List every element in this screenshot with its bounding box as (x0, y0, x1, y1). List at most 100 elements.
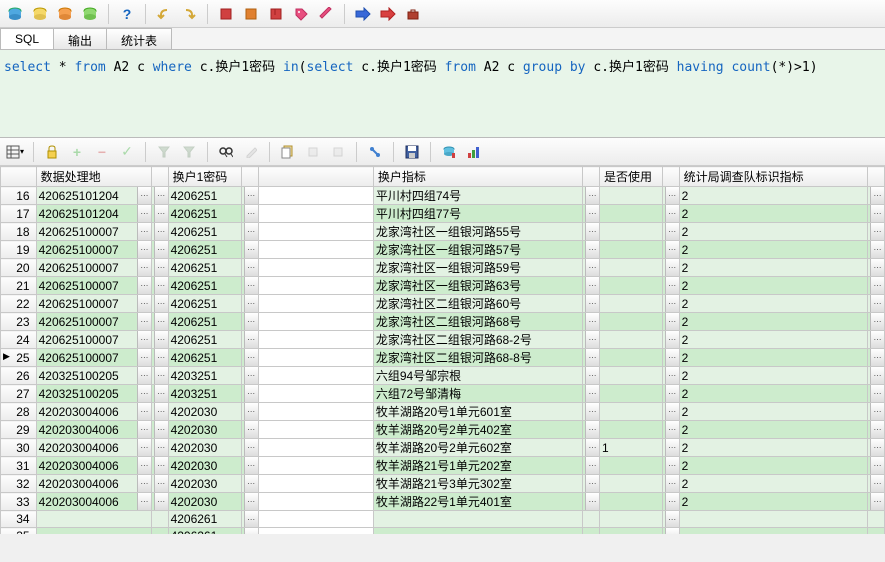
row-number[interactable]: 25 (1, 349, 37, 367)
cell-btn-col[interactable]: ⋯ (662, 439, 679, 457)
cell-btn-col[interactable]: ⋯ (241, 385, 258, 403)
cell-ellipsis-icon[interactable]: ⋯ (244, 187, 258, 204)
briefcase-icon[interactable] (402, 3, 424, 25)
cell[interactable] (373, 528, 582, 535)
cell[interactable]: 2 (679, 367, 868, 385)
cell-ellipsis-icon[interactable]: ⋯ (244, 349, 258, 366)
cell-ellipsis-icon[interactable]: ⋯ (244, 205, 258, 222)
cell-btn-col[interactable]: ⋯ (151, 367, 168, 385)
cell-btn-col[interactable]: ⋯ (662, 331, 679, 349)
cell[interactable]: 牧羊湖路20号1单元601室 (373, 403, 582, 421)
cell[interactable]: 4206251 (168, 349, 241, 367)
cell-ellipsis-icon[interactable]: ⋯ (870, 241, 884, 258)
cell-btn-col[interactable]: ⋯ (662, 493, 679, 511)
cell-ellipsis-icon[interactable]: ⋯ (244, 403, 258, 420)
cell-ellipsis-icon[interactable]: ⋯ (244, 475, 258, 492)
cell[interactable] (600, 259, 663, 277)
cell-ellipsis-icon[interactable]: ⋯ (154, 457, 168, 474)
cell-btn-col[interactable]: ⋯ (151, 385, 168, 403)
cell-btn-col[interactable]: ⋯ (151, 205, 168, 223)
cell-ellipsis-icon[interactable]: ⋯ (585, 421, 599, 438)
row-number[interactable]: 23 (1, 313, 37, 331)
cell[interactable]: 龙家湾社区一组银河路57号 (373, 241, 582, 259)
cell-btn-col[interactable]: ⋯ (583, 205, 600, 223)
cell[interactable] (600, 241, 663, 259)
cell-btn-col[interactable]: ⋯ (868, 295, 885, 313)
cell[interactable]: 4203251 (168, 385, 241, 403)
cell-ellipsis-icon[interactable]: ⋯ (244, 223, 258, 240)
cell-ellipsis-icon[interactable]: ⋯ (870, 367, 884, 384)
cell[interactable]: 牧羊湖路21号1单元202室 (373, 457, 582, 475)
tab-stats[interactable]: 统计表 (106, 28, 172, 49)
cell-ellipsis-icon[interactable]: ⋯ (154, 277, 168, 294)
row-number[interactable]: 35 (1, 528, 37, 535)
cell-ellipsis-icon[interactable]: ⋯ (154, 349, 168, 366)
cell-btn-col[interactable]: ⋯ (662, 223, 679, 241)
col-header[interactable]: 是否使用 (600, 167, 663, 187)
cell-ellipsis-icon[interactable]: ⋯ (870, 421, 884, 438)
tab-sql[interactable]: SQL (0, 28, 54, 49)
cell[interactable]: 420625100007⋯ (36, 349, 151, 367)
cell-ellipsis-icon[interactable]: ⋯ (137, 493, 151, 510)
cell-btn-col[interactable]: ⋯ (662, 277, 679, 295)
cell-btn-col[interactable]: ⋯ (868, 223, 885, 241)
cell-btn-col[interactable]: ⋯ (662, 295, 679, 313)
cell-ellipsis-icon[interactable]: ⋯ (870, 259, 884, 276)
cell[interactable]: 平川村四组77号 (373, 205, 582, 223)
cell-btn-col[interactable]: ⋯ (868, 403, 885, 421)
cell[interactable]: 420625101204⋯ (36, 205, 151, 223)
cell-ellipsis-icon[interactable]: ⋯ (154, 439, 168, 456)
cell[interactable]: 龙家湾社区二组银河路68-2号 (373, 331, 582, 349)
cell[interactable] (600, 205, 663, 223)
cell-ellipsis-icon[interactable]: ⋯ (665, 295, 679, 312)
row-number[interactable]: 33 (1, 493, 37, 511)
cell-ellipsis-icon[interactable]: ⋯ (244, 493, 258, 510)
row-number[interactable]: 34 (1, 511, 37, 528)
cell[interactable] (373, 511, 582, 528)
book-red2-icon[interactable] (265, 3, 287, 25)
cell[interactable] (600, 403, 663, 421)
cell[interactable]: 4206251 (168, 295, 241, 313)
cell-ellipsis-icon[interactable]: ⋯ (244, 367, 258, 384)
cell-ellipsis-icon[interactable]: ⋯ (154, 313, 168, 330)
cell-btn-col[interactable]: ⋯ (868, 187, 885, 205)
sql-editor[interactable]: select * from A2 c where c.换户1密码 in(sele… (0, 50, 885, 138)
cell-ellipsis-icon[interactable]: ⋯ (154, 403, 168, 420)
cell-btn-col[interactable]: ⋯ (662, 367, 679, 385)
col-header[interactable] (258, 167, 373, 187)
cell-btn-col[interactable]: ⋯ (241, 205, 258, 223)
row-number[interactable]: 28 (1, 403, 37, 421)
cell-ellipsis-icon[interactable]: ⋯ (665, 475, 679, 492)
cell[interactable]: 420625100007⋯ (36, 295, 151, 313)
row-number[interactable]: 31 (1, 457, 37, 475)
cell-ellipsis-icon[interactable]: ⋯ (137, 205, 151, 222)
cell-ellipsis-icon[interactable]: ⋯ (585, 493, 599, 510)
cell-ellipsis-icon[interactable]: ⋯ (585, 241, 599, 258)
cell[interactable]: 4202030 (168, 403, 241, 421)
cell-btn-col[interactable]: ⋯ (151, 349, 168, 367)
cell-ellipsis-icon[interactable]: ⋯ (665, 277, 679, 294)
cell-ellipsis-icon[interactable]: ⋯ (665, 241, 679, 258)
paste2-icon[interactable] (327, 141, 349, 163)
cell-ellipsis-icon[interactable]: ⋯ (665, 187, 679, 204)
row-number[interactable]: 32 (1, 475, 37, 493)
cell-ellipsis-icon[interactable]: ⋯ (585, 385, 599, 402)
cell[interactable]: 420625101204⋯ (36, 187, 151, 205)
undo-icon[interactable] (153, 3, 175, 25)
cell-ellipsis-icon[interactable]: ⋯ (585, 475, 599, 492)
cell-ellipsis-icon[interactable]: ⋯ (870, 349, 884, 366)
cell-btn-col[interactable]: ⋯ (662, 385, 679, 403)
cell-btn-col[interactable]: ⋯ (583, 385, 600, 403)
cell-btn-col[interactable]: ⋯ (868, 367, 885, 385)
cell-ellipsis-icon[interactable]: ⋯ (585, 187, 599, 204)
edit-icon[interactable] (240, 141, 262, 163)
cell[interactable]: 2 (679, 205, 868, 223)
cell-btn-col[interactable]: ⋯ (583, 349, 600, 367)
cell-btn-col[interactable]: ⋯ (868, 349, 885, 367)
cell-ellipsis-icon[interactable]: ⋯ (870, 403, 884, 420)
cell-ellipsis-icon[interactable]: ⋯ (585, 295, 599, 312)
cell-btn-col[interactable]: ⋯ (662, 205, 679, 223)
cell-ellipsis-icon[interactable]: ⋯ (244, 528, 258, 534)
cell[interactable]: 4206251 (168, 223, 241, 241)
cell-btn-col[interactable]: ⋯ (868, 475, 885, 493)
